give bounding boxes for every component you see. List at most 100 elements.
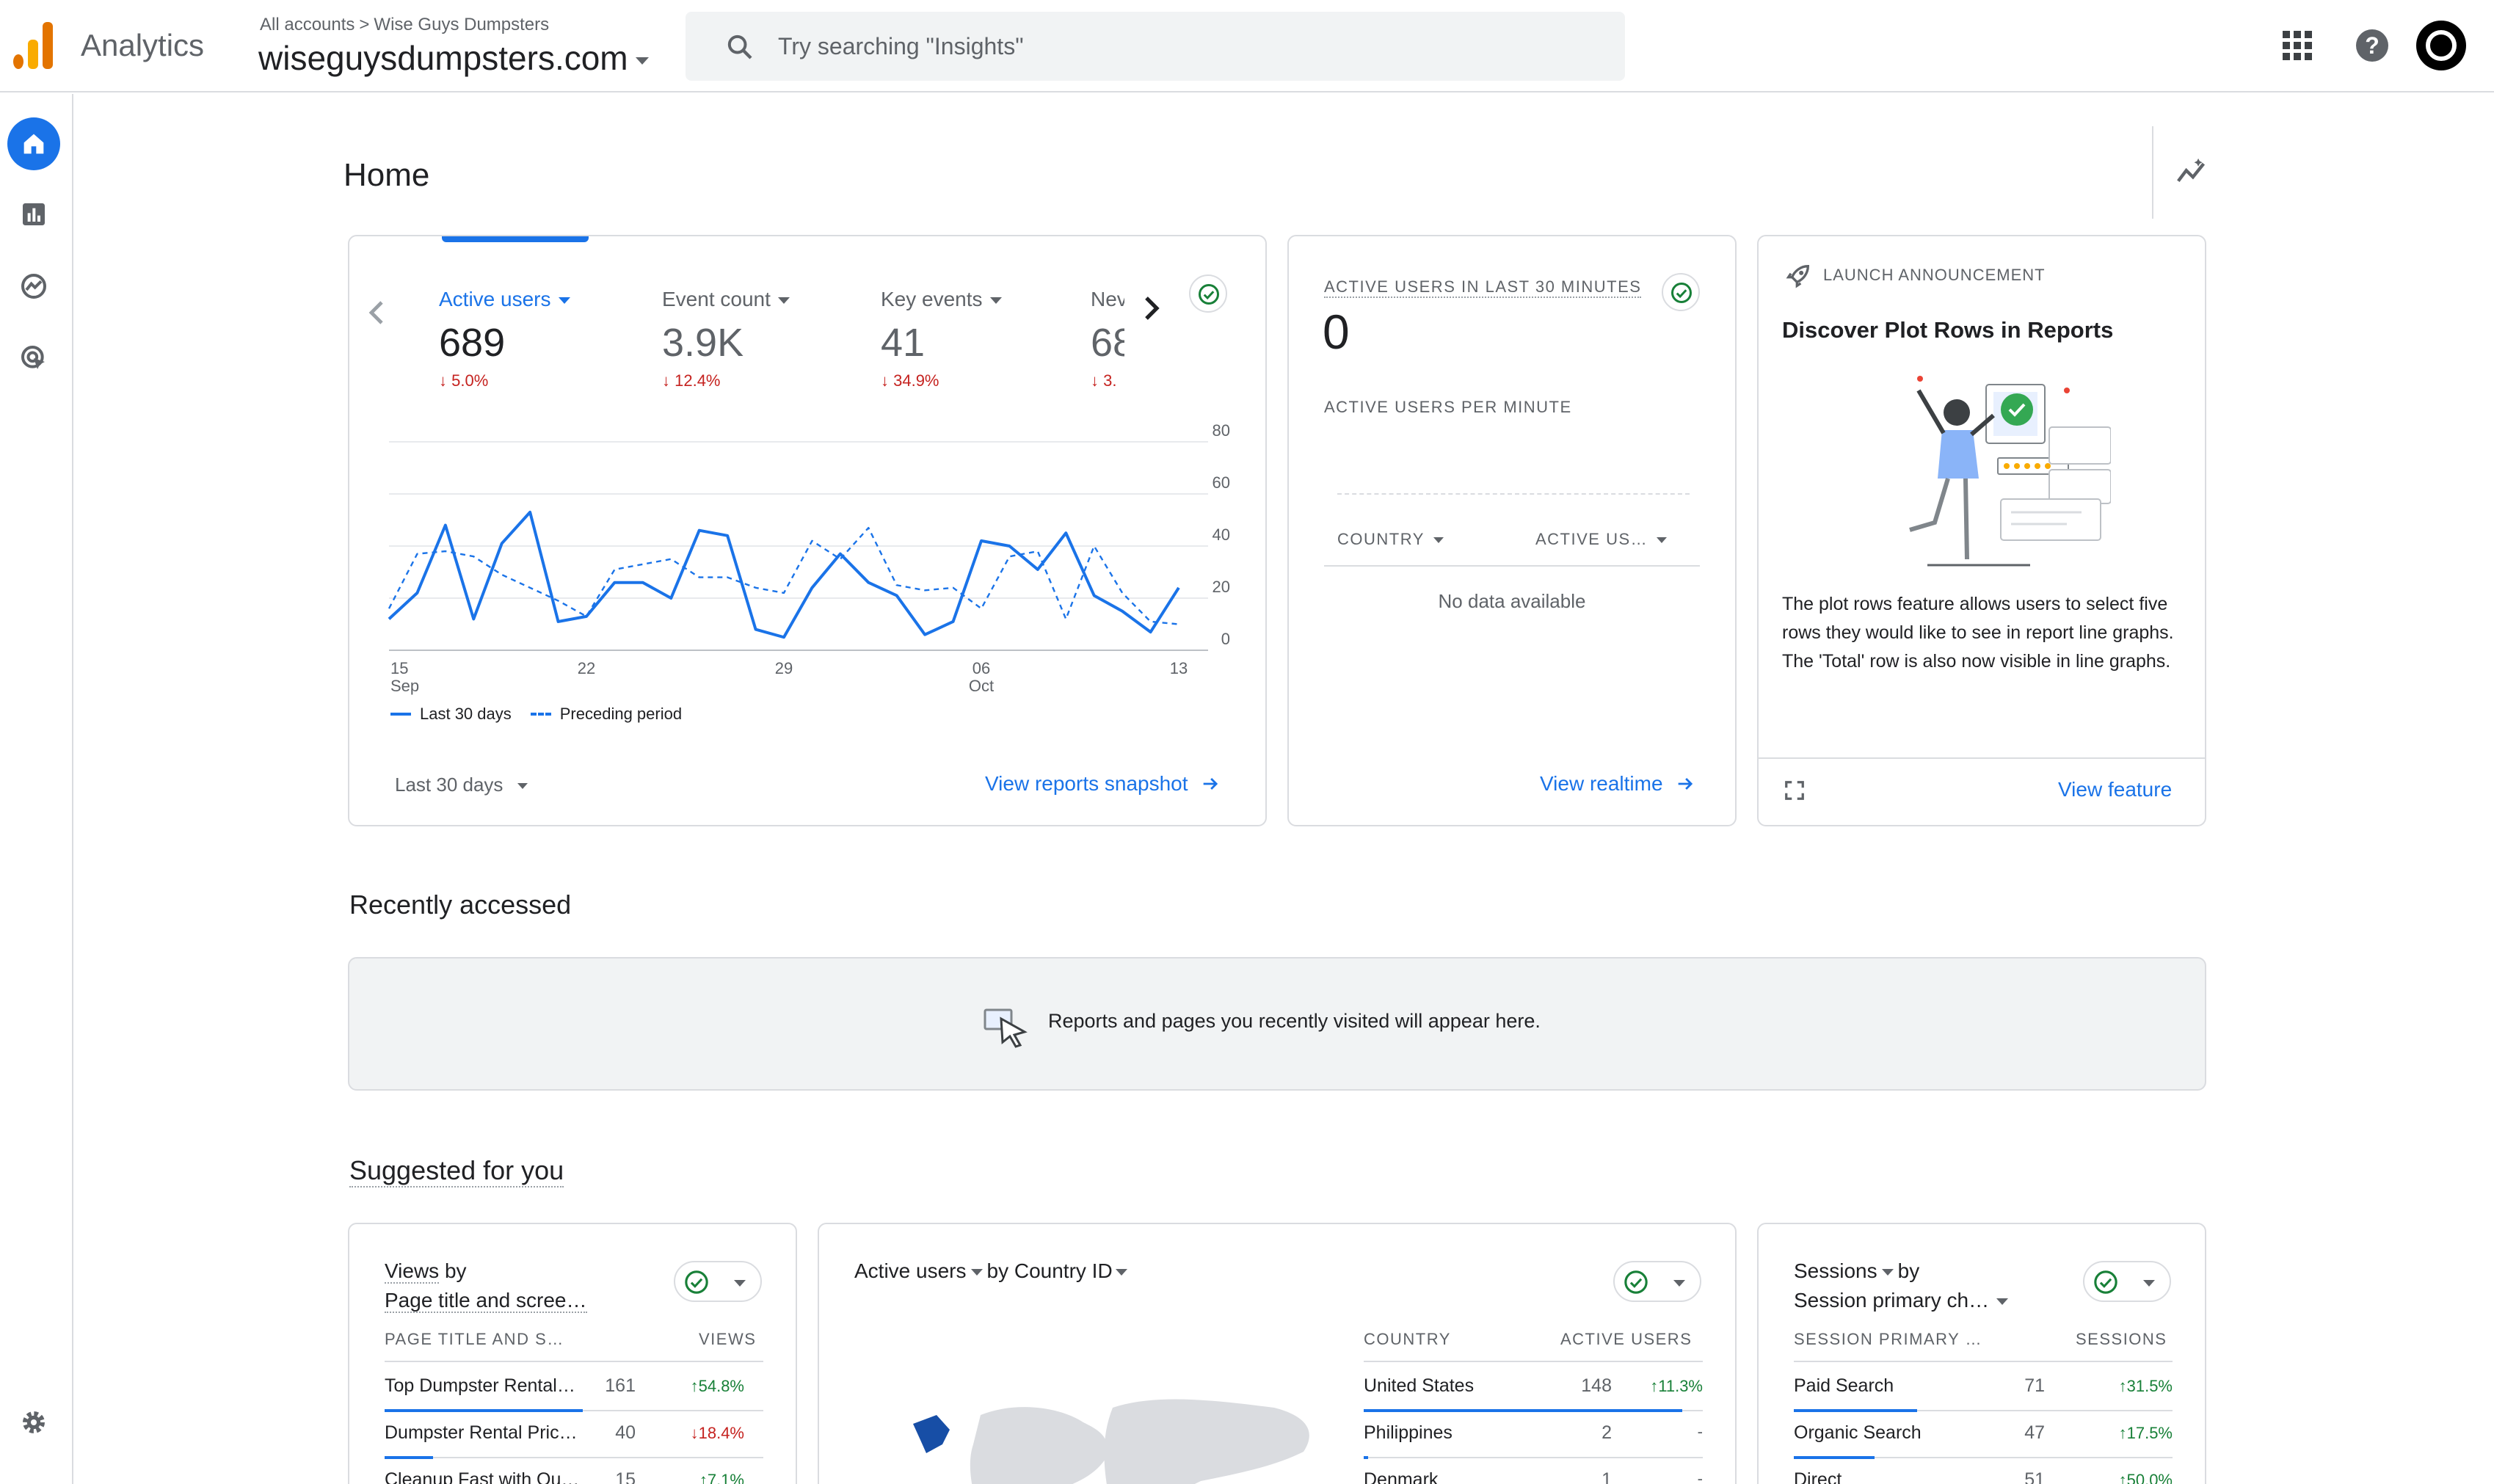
table-row-label[interactable]: Direct	[1794, 1469, 1842, 1484]
card-header: Active users by Country ID	[854, 1256, 1127, 1286]
chevron-down-icon[interactable]	[1115, 1269, 1127, 1276]
announcement-card: LAUNCH ANNOUNCEMENT Discover Plot Rows i…	[1757, 235, 2206, 826]
column-header-metric: ACTIVE USERS	[1560, 1330, 1693, 1348]
nav-explore[interactable]	[7, 260, 60, 313]
suggested-title[interactable]: Suggested for you	[349, 1155, 564, 1187]
metric-label: Key events	[881, 288, 1002, 311]
table-row-label[interactable]: Denmark	[1364, 1469, 1438, 1484]
chevron-down-icon	[517, 783, 528, 790]
line-chart: 0 20 40 60 80 15Sep 22 29 06Oct 13	[388, 421, 1230, 695]
recently-accessed-panel: Reports and pages you recently visited w…	[348, 957, 2206, 1091]
row-share-bar	[1364, 1409, 1682, 1412]
property-name[interactable]: wiseguysdumpsters.com	[258, 39, 628, 77]
chevron-down-icon[interactable]	[970, 1269, 983, 1276]
breadcrumb-account[interactable]: Wise Guys Dumpsters	[374, 15, 549, 34]
chevron-down-icon	[635, 57, 649, 65]
table-row-value: 47	[2024, 1422, 2045, 1443]
metric-tab-key-events[interactable]: Key events 41 ↓ 34.9%	[881, 288, 1002, 390]
divider	[1917, 1410, 2173, 1411]
search-icon	[727, 34, 752, 59]
chevron-down-icon[interactable]	[1881, 1269, 1894, 1276]
announcement-kicker: LAUNCH ANNOUNCEMENT	[1823, 266, 2046, 284]
table-row-label[interactable]: Philippines	[1364, 1422, 1453, 1444]
chevron-down-icon[interactable]	[1996, 1298, 2009, 1306]
overview-card: Active users 689 ↓ 5.0% Event count 3.9K…	[348, 235, 1267, 826]
insights-button[interactable]	[2152, 126, 2225, 219]
chevron-left-icon[interactable]	[366, 298, 386, 327]
y-tick-label: 0	[1221, 630, 1230, 648]
active-users-column-header[interactable]: ACTIVE US…	[1535, 530, 1668, 549]
per-minute-label: ACTIVE USERS PER MINUTE	[1324, 398, 1572, 416]
expand-icon[interactable]	[1784, 779, 1806, 801]
table-row-value: 148	[1581, 1375, 1612, 1396]
help-icon[interactable]: ?	[2356, 29, 2388, 62]
x-tick-label: 29	[775, 659, 793, 677]
table-row-label[interactable]: Top Dumpster Rental…	[385, 1375, 575, 1397]
table-row-value: 15	[615, 1469, 636, 1484]
nav-home[interactable]	[7, 117, 60, 170]
card-options[interactable]	[674, 1261, 762, 1302]
table-row-label[interactable]: United States	[1364, 1375, 1474, 1397]
empty-state: No data available	[1438, 590, 1586, 612]
search-bar[interactable]	[686, 12, 1625, 81]
bar-chart-icon	[23, 203, 45, 225]
sessions-by-channel-card: Sessions by Session primary ch… SESSION P…	[1757, 1223, 2206, 1484]
table-row-label[interactable]: Paid Search	[1794, 1375, 1894, 1397]
data-quality-check-icon[interactable]	[1662, 273, 1700, 311]
metric-name[interactable]: Sessions	[1794, 1259, 1877, 1282]
metric-tab-active-users[interactable]: Active users 689 ↓ 5.0%	[439, 288, 570, 390]
table-row-delta: ↑7.1%	[699, 1471, 744, 1484]
dimension-name[interactable]: Page title and scree…	[385, 1289, 587, 1313]
card-header: Views by Page title and scree…	[385, 1256, 587, 1315]
view-reports-snapshot-link[interactable]: View reports snapshot	[985, 772, 1221, 796]
data-quality-check-icon[interactable]	[1189, 274, 1227, 313]
dimension-name[interactable]: Country ID	[1014, 1259, 1113, 1282]
metric-name[interactable]: Views	[385, 1259, 440, 1284]
metric-label: Event count	[662, 288, 790, 311]
divider	[385, 1361, 763, 1362]
table-row-label[interactable]: Organic Search	[1794, 1422, 1922, 1444]
breadcrumb[interactable]: All accounts > Wise Guys Dumpsters	[260, 15, 549, 35]
divider	[1682, 1410, 1703, 1411]
metric-name[interactable]: Active users	[854, 1259, 967, 1282]
chevron-right-icon[interactable]	[1142, 294, 1163, 323]
view-realtime-link[interactable]: View realtime	[1540, 772, 1695, 796]
dimension-name[interactable]: Session primary ch…	[1794, 1289, 1989, 1312]
metric-tab-new-users[interactable]: Nev 68 ↓ 3.	[1091, 288, 1124, 390]
table-row-label[interactable]: Cleanup Fast with Ou…	[385, 1469, 579, 1484]
view-feature-link[interactable]: View feature	[2058, 778, 2172, 801]
divider	[1875, 1457, 2173, 1458]
date-range-selector[interactable]: Last 30 days	[395, 774, 528, 796]
by-text: by	[986, 1259, 1009, 1282]
column-header-dimension: SESSION PRIMARY …	[1794, 1330, 1982, 1348]
nav-advertising[interactable]	[7, 332, 60, 385]
country-column-header[interactable]: COUNTRY	[1337, 530, 1444, 549]
chart-legend: Last 30 days Preceding period	[390, 705, 682, 724]
metric-label: Active users	[439, 288, 570, 311]
property-selector[interactable]: wiseguysdumpsters.com	[258, 38, 649, 78]
divider	[1364, 1361, 1703, 1362]
analytics-logo[interactable]	[13, 22, 56, 69]
nav-reports[interactable]	[7, 188, 60, 241]
row-share-bar	[385, 1409, 583, 1412]
divider	[1794, 1361, 2173, 1362]
card-options[interactable]	[1613, 1261, 1701, 1302]
table-row-label[interactable]: Dumpster Rental Pric…	[385, 1422, 578, 1444]
breadcrumb-root[interactable]: All accounts	[260, 15, 355, 34]
avatar[interactable]	[2416, 21, 2466, 70]
x-tick-label: Sep	[390, 677, 419, 695]
y-tick-label: 80	[1213, 421, 1230, 440]
card-options[interactable]	[2083, 1261, 2171, 1302]
table-row-value: 161	[605, 1375, 636, 1396]
series-line-last-30-days[interactable]	[388, 510, 1180, 639]
nav-admin[interactable]	[7, 1396, 60, 1449]
card-header: Sessions by Session primary ch…	[1794, 1256, 2009, 1315]
breadcrumb-separator: >	[359, 15, 370, 34]
metric-value: 41	[881, 321, 926, 365]
metric-label: Nev	[1091, 288, 1124, 310]
table-row-value: 1	[1602, 1469, 1612, 1484]
apps-grid-icon[interactable]	[2283, 31, 2312, 60]
metric-tab-event-count[interactable]: Event count 3.9K ↓ 12.4%	[662, 288, 790, 390]
search-input[interactable]	[778, 12, 1585, 81]
gear-icon	[23, 1411, 45, 1433]
